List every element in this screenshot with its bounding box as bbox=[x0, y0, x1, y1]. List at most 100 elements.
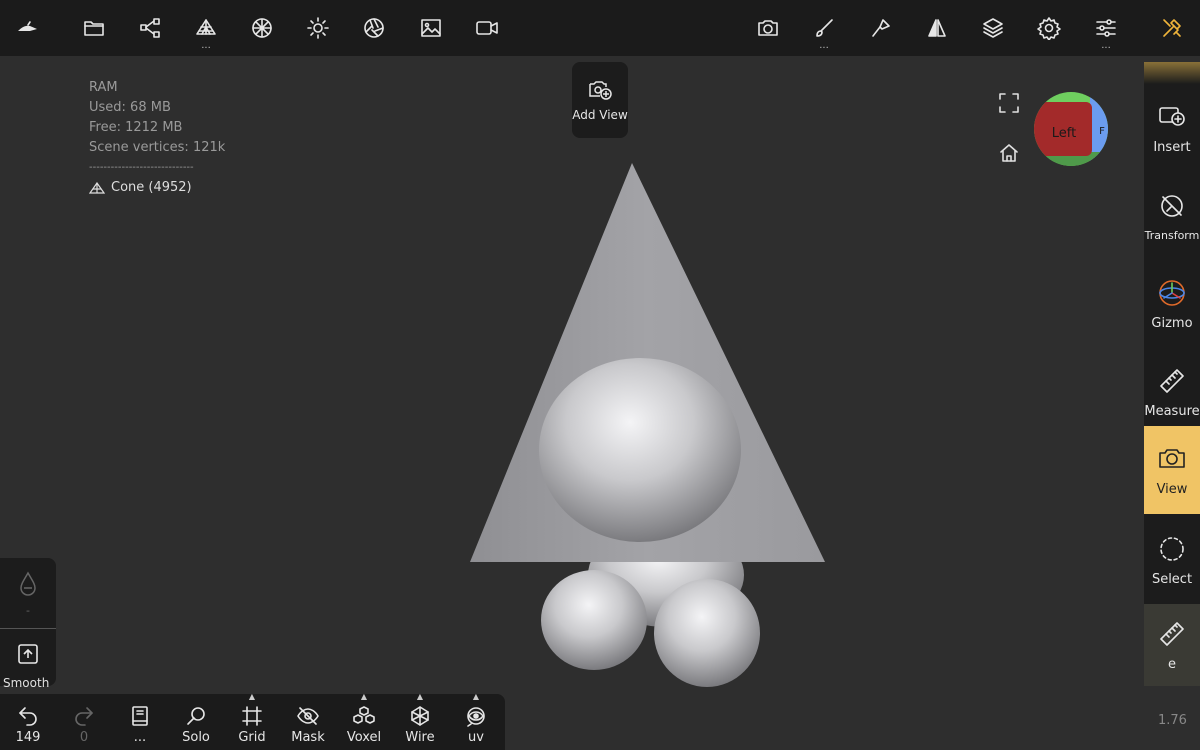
strength-dash: - bbox=[26, 604, 30, 617]
folder-icon[interactable] bbox=[74, 8, 114, 48]
add-view-button[interactable]: Add View bbox=[572, 62, 628, 138]
gizmo-icon bbox=[1159, 279, 1185, 306]
caret-up-icon: ▲ bbox=[360, 692, 368, 701]
video-icon[interactable] bbox=[467, 8, 507, 48]
upload-icon[interactable] bbox=[16, 642, 40, 666]
material-sphere-icon[interactable] bbox=[242, 8, 282, 48]
transform-button[interactable]: Transform bbox=[1144, 172, 1200, 260]
wireframe-icon bbox=[411, 706, 429, 726]
redo-button[interactable]: 0 bbox=[56, 694, 112, 750]
head-sphere bbox=[539, 358, 741, 542]
divider bbox=[0, 628, 56, 629]
bottom-toolbar: 149 0 ... Solo ▲ Grid Mask ▲ Voxel ▲ Wir… bbox=[0, 692, 505, 750]
history-book-button[interactable]: ... bbox=[112, 694, 168, 750]
uv-button[interactable]: ▲ uv bbox=[448, 692, 504, 750]
more-label: ... bbox=[133, 730, 147, 745]
wire-label: Wire bbox=[405, 730, 435, 745]
solo-button[interactable]: Solo bbox=[168, 694, 224, 750]
tools-icon[interactable] bbox=[1152, 8, 1192, 48]
uv-eye-icon bbox=[467, 707, 485, 727]
caret-up-icon: ▲ bbox=[248, 692, 256, 701]
voxel-cubes-icon bbox=[353, 706, 375, 724]
uv-label: uv bbox=[468, 730, 484, 745]
gear-icon[interactable] bbox=[1029, 8, 1069, 48]
camera-icon[interactable] bbox=[748, 8, 788, 48]
nav-cube-side-label: F bbox=[1099, 126, 1105, 137]
drop-icon[interactable] bbox=[14, 570, 42, 598]
transform-icon bbox=[1161, 194, 1183, 217]
view-label: View bbox=[1156, 481, 1188, 497]
light-sun-icon[interactable] bbox=[298, 8, 338, 48]
symmetry-icon[interactable] bbox=[917, 8, 957, 48]
nav-cube-face-label: Left bbox=[1052, 126, 1076, 141]
book-icon bbox=[132, 706, 148, 726]
sliders-icon[interactable]: ... bbox=[1086, 8, 1126, 51]
measure-tool-label: e bbox=[1168, 656, 1176, 672]
insert-button[interactable]: Insert bbox=[1144, 84, 1200, 172]
scene-vertices: Scene vertices: 121k bbox=[89, 140, 226, 155]
home-icon[interactable] bbox=[998, 142, 1020, 164]
scene-graph-icon[interactable] bbox=[130, 8, 170, 48]
more-dots: ... bbox=[1101, 40, 1111, 51]
eye-off-icon bbox=[297, 707, 319, 725]
mesh-list-item[interactable]: Cone (4952) bbox=[89, 178, 225, 198]
ram-used: Used: 68 MB bbox=[89, 100, 171, 115]
select-button[interactable]: Select bbox=[1144, 516, 1200, 604]
solo-label: Solo bbox=[182, 730, 210, 745]
voxel-button[interactable]: ▲ Voxel bbox=[336, 692, 392, 750]
ruler-icon bbox=[1160, 621, 1184, 646]
mesh-icon[interactable]: ... bbox=[186, 8, 226, 51]
top-toolbar: ... ... ... bbox=[0, 0, 1200, 56]
voxel-label: Voxel bbox=[346, 730, 382, 745]
gizmo-label: Gizmo bbox=[1151, 315, 1193, 331]
navigation-cube[interactable]: Left F bbox=[1034, 92, 1108, 166]
ruler-icon bbox=[1160, 368, 1184, 393]
measure-button[interactable]: Measure bbox=[1144, 348, 1200, 436]
transform-label: Transform bbox=[1144, 228, 1200, 242]
redo-icon bbox=[75, 707, 93, 726]
insert-icon bbox=[1159, 106, 1185, 126]
redo-count: 0 bbox=[79, 730, 89, 745]
stats-overlay: RAM Used: 68 MB Free: 1212 MB Scene vert… bbox=[89, 78, 225, 198]
camera-add-icon bbox=[589, 81, 612, 100]
paint-icon[interactable] bbox=[861, 8, 901, 48]
camera-aperture-icon[interactable] bbox=[354, 8, 394, 48]
caret-up-icon: ▲ bbox=[472, 692, 480, 701]
undo-icon bbox=[19, 707, 37, 726]
camera-icon bbox=[1159, 448, 1185, 468]
insert-label: Insert bbox=[1153, 139, 1191, 155]
view-button[interactable]: View bbox=[1144, 426, 1200, 514]
layers-icon[interactable] bbox=[973, 8, 1013, 48]
caret-up-icon: ▲ bbox=[416, 692, 424, 701]
app-logo-icon[interactable] bbox=[8, 8, 48, 48]
left-tool-panel: - bbox=[0, 558, 56, 686]
ram-title: RAM bbox=[89, 80, 118, 95]
more-dots: ... bbox=[819, 40, 829, 51]
grid-button[interactable]: ▲ Grid bbox=[224, 692, 280, 750]
smooth-label[interactable]: Smooth bbox=[3, 676, 49, 690]
add-view-label: Add View bbox=[572, 108, 628, 122]
search-icon bbox=[187, 707, 205, 725]
mask-button[interactable]: Mask bbox=[280, 694, 336, 750]
grid-label: Grid bbox=[238, 730, 266, 745]
measure-tool-button[interactable]: e bbox=[1144, 604, 1200, 686]
measure-label: Measure bbox=[1144, 403, 1200, 419]
undo-count: 149 bbox=[15, 730, 41, 745]
more-dots: ... bbox=[201, 40, 211, 51]
version-label: 1.76 bbox=[1158, 713, 1187, 728]
wire-button[interactable]: ▲ Wire bbox=[392, 692, 448, 750]
right-foot-sphere bbox=[654, 579, 760, 687]
grid-icon bbox=[242, 706, 262, 726]
select-icon bbox=[1160, 536, 1184, 561]
fullscreen-icon[interactable] bbox=[998, 92, 1020, 114]
right-tool-panel: Insert Transform Gizmo Measure View Sele… bbox=[1144, 62, 1200, 686]
undo-button[interactable]: 149 bbox=[0, 694, 56, 750]
brush-icon[interactable]: ... bbox=[804, 8, 844, 51]
left-foot-sphere bbox=[541, 570, 647, 670]
mesh-icon bbox=[89, 182, 105, 194]
image-icon[interactable] bbox=[411, 8, 451, 48]
mesh-name: Cone (4952) bbox=[111, 180, 192, 195]
mask-label: Mask bbox=[291, 730, 325, 745]
panel-accent bbox=[1144, 62, 1200, 84]
gizmo-button[interactable]: Gizmo bbox=[1144, 260, 1200, 348]
